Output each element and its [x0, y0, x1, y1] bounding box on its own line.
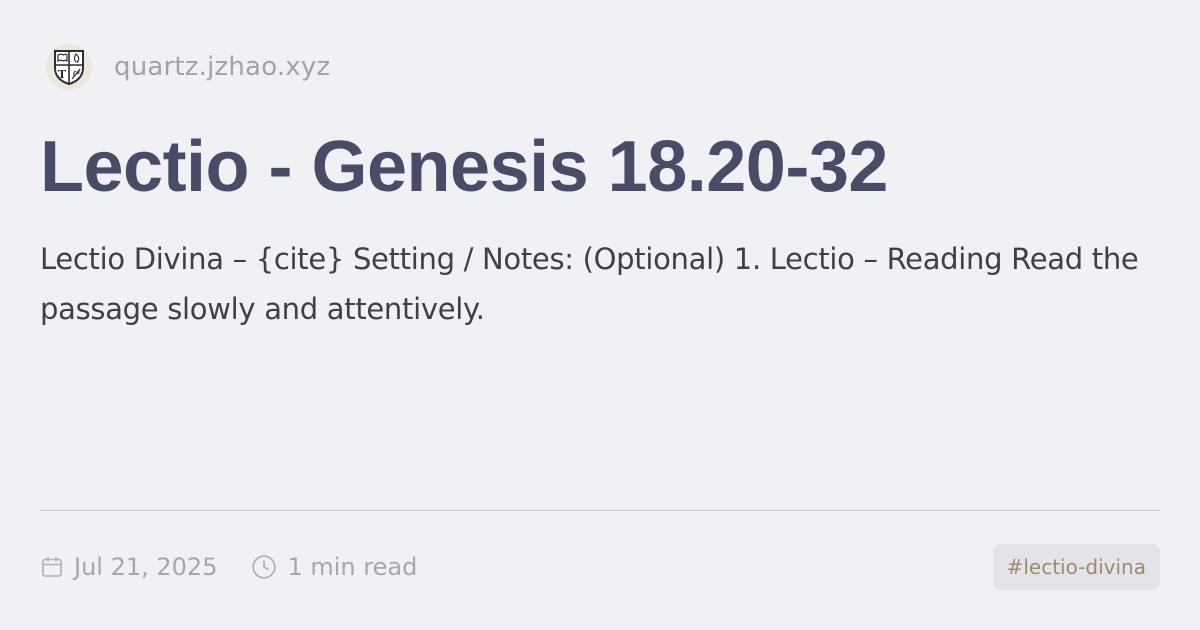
page-meta: Jul 21, 2025 1 min read [40, 553, 417, 581]
page-title: Lectio - Genesis 18.20-32 [40, 127, 888, 207]
page-description: Lectio Divina – {cite} Setting / Notes: … [40, 242, 1139, 326]
shield-crest-icon: T [54, 50, 84, 86]
site-name[interactable]: quartz.jzhao.xyz [114, 52, 330, 82]
svg-text:T: T [58, 68, 67, 81]
publish-date: Jul 21, 2025 [74, 553, 218, 581]
clock-icon [252, 555, 277, 579]
reading-time: 1 min read [287, 553, 418, 581]
page-footer: Jul 21, 2025 1 min read #lectio-divina [40, 544, 1160, 590]
site-header[interactable]: T quartz.jzhao.xyz [46, 44, 330, 90]
date-meta: Jul 21, 2025 [40, 553, 217, 581]
calendar-icon [42, 556, 62, 577]
reading-time-meta: 1 min read [251, 553, 417, 581]
divider [40, 510, 1160, 511]
og-card: T quartz.jzhao.xyz Lectio - Genesis 18.2… [0, 0, 1200, 630]
tag-lectio-divina[interactable]: #lectio-divina [992, 544, 1160, 590]
site-logo[interactable]: T [46, 44, 92, 90]
